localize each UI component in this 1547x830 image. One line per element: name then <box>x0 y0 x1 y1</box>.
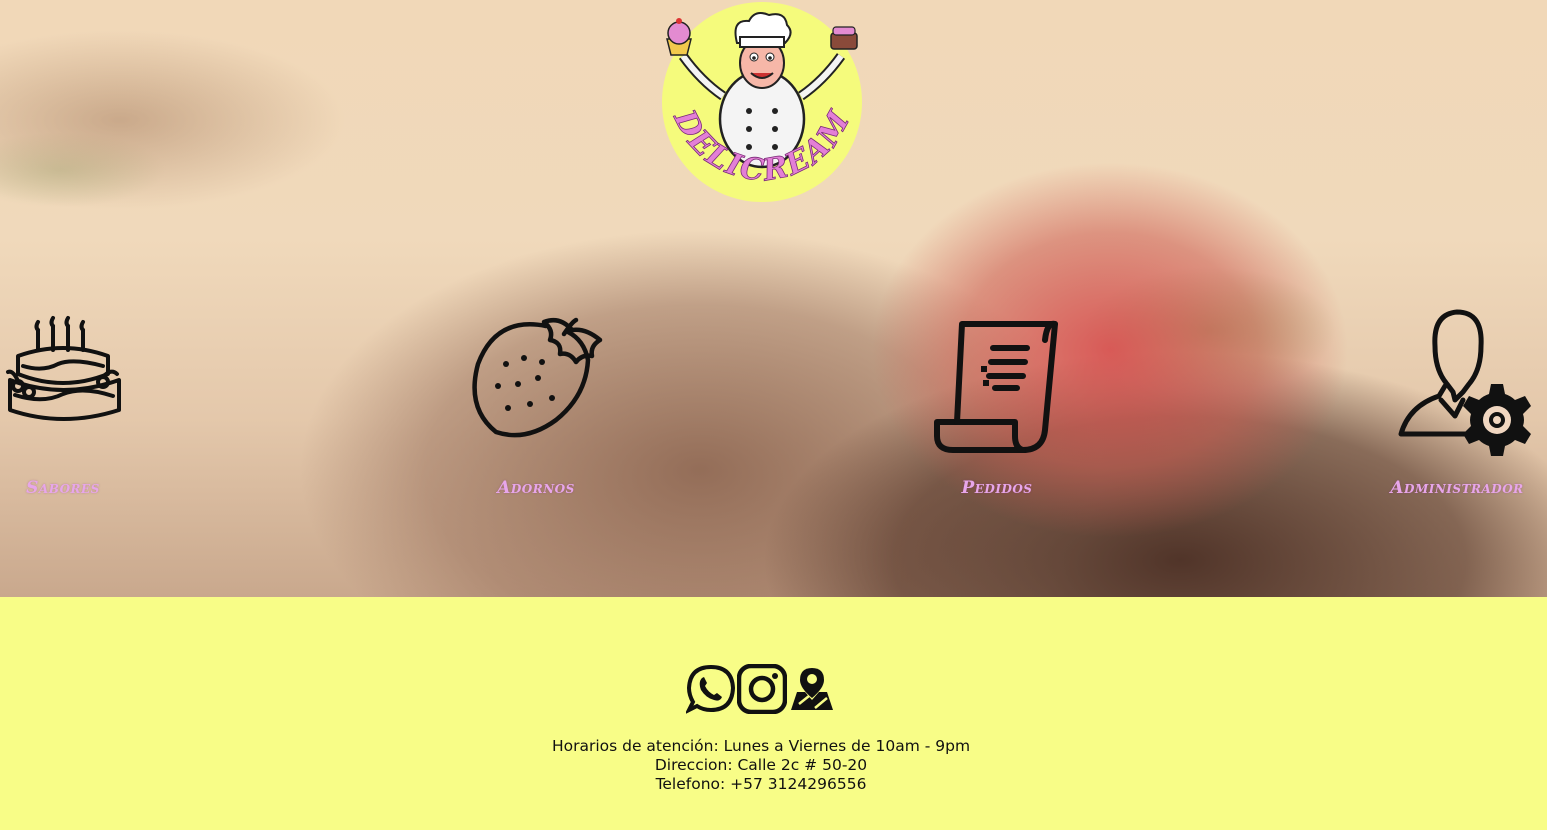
hero-banner: DELICREAM Sabores Adornos Pedidos Admini… <box>0 0 1547 597</box>
phone: Telefono: +57 3124296556 <box>655 775 867 793</box>
strawberry-icon[interactable] <box>436 300 636 440</box>
nav-item-pedidos[interactable]: Pedidos <box>897 300 1097 510</box>
nav-item-adornos[interactable]: Adornos <box>436 300 636 510</box>
nav-item-sabores[interactable]: Sabores <box>0 300 163 510</box>
nav-label-pedidos[interactable]: Pedidos <box>897 478 1097 498</box>
address: Direccion: Calle 2c # 50-20 <box>654 756 868 774</box>
cake-icon[interactable] <box>0 300 163 440</box>
receipt-icon[interactable] <box>897 300 1097 460</box>
map-location-icon[interactable] <box>787 664 837 718</box>
nav-item-administrador[interactable]: Administrador <box>1357 300 1547 510</box>
delicream-logo[interactable]: DELICREAM <box>661 1 863 203</box>
nav-label-sabores[interactable]: Sabores <box>0 478 163 498</box>
business-hours: Horarios de atención: Lunes a Viernes de… <box>551 737 971 755</box>
instagram-icon[interactable] <box>736 663 788 718</box>
contact-info: Horarios de atención: Lunes a Viernes de… <box>0 737 1522 794</box>
admin-settings-icon[interactable] <box>1357 300 1547 460</box>
nav-label-administrador[interactable]: Administrador <box>1357 478 1547 498</box>
whatsapp-icon[interactable] <box>684 664 736 718</box>
nav-label-adornos[interactable]: Adornos <box>436 478 636 498</box>
